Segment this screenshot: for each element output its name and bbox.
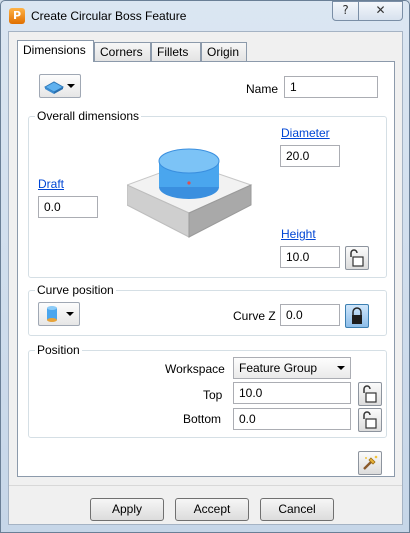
- position-title: Position: [35, 343, 82, 357]
- curve-position-group: Curve position Curve Z 0.0: [28, 283, 387, 336]
- tab-origin[interactable]: Origin: [201, 42, 247, 61]
- name-label: Name: [246, 82, 279, 96]
- boss-shape-icon: [43, 81, 65, 94]
- workspace-select[interactable]: Feature Group: [233, 357, 351, 379]
- shape-type-dropdown[interactable]: [39, 74, 81, 98]
- height-field[interactable]: 10.0: [280, 246, 340, 268]
- overall-dimensions-title: Overall dimensions: [35, 109, 142, 123]
- height-link[interactable]: Height: [281, 227, 316, 241]
- cancel-button[interactable]: Cancel: [260, 498, 334, 521]
- curve-z-label: Curve Z: [233, 309, 276, 323]
- help-button[interactable]: ?: [332, 1, 359, 21]
- tab-corners[interactable]: Corners: [94, 42, 151, 61]
- diameter-field[interactable]: 20.0: [280, 145, 340, 167]
- dialog-window: P Create Circular Boss Feature ? ✕ Dimen…: [0, 0, 410, 533]
- workspace-value: Feature Group: [239, 361, 318, 375]
- height-lock-button[interactable]: [345, 246, 369, 270]
- curve-z-field[interactable]: 0.0: [280, 304, 340, 326]
- app-icon: P: [9, 8, 25, 24]
- bottom-lock-button[interactable]: [358, 408, 382, 432]
- top-lock-button[interactable]: [358, 382, 382, 406]
- curve-position-title: Curve position: [35, 283, 116, 297]
- unlock-icon: [363, 385, 377, 403]
- apply-button[interactable]: Apply: [90, 498, 164, 521]
- wizard-button[interactable]: [358, 451, 382, 475]
- lock-icon: [352, 307, 362, 324]
- top-label: Top: [203, 388, 223, 402]
- window-title: Create Circular Boss Feature: [31, 9, 187, 23]
- title-bar[interactable]: P Create Circular Boss Feature ? ✕: [1, 1, 409, 31]
- unlock-icon: [350, 249, 364, 267]
- name-field[interactable]: 1: [284, 76, 378, 98]
- chevron-down-icon: [67, 84, 75, 88]
- boss-preview-image: [127, 148, 253, 238]
- tab-dimensions[interactable]: Dimensions: [17, 40, 94, 62]
- brush-wizard-icon: [363, 455, 378, 470]
- curve-z-lock-button[interactable]: [345, 304, 369, 328]
- cylinder-position-icon: [47, 306, 57, 322]
- button-separator: [9, 485, 402, 486]
- top-field[interactable]: 10.0: [233, 382, 351, 404]
- diameter-link[interactable]: Diameter: [281, 126, 330, 140]
- unlock-icon: [363, 411, 377, 429]
- chevron-down-icon: [66, 312, 74, 316]
- bottom-field[interactable]: 0.0: [233, 408, 351, 430]
- overall-dimensions-group: Overall dimensions Diameter 20.0 Draft 0…: [28, 109, 387, 278]
- draft-field[interactable]: 0.0: [38, 196, 98, 218]
- draft-link[interactable]: Draft: [38, 177, 64, 191]
- curve-position-dropdown[interactable]: [38, 302, 80, 326]
- position-group: Position Workspace Feature Group Top 10.…: [28, 343, 387, 438]
- bottom-label: Bottom: [183, 412, 222, 426]
- dimensions-panel: Name 1 Overall dimensions Diameter 20.0 …: [17, 61, 395, 477]
- chevron-down-icon: [337, 366, 345, 370]
- workspace-label: Workspace: [165, 362, 225, 376]
- tab-fillets[interactable]: Fillets: [151, 42, 201, 61]
- close-button[interactable]: ✕: [358, 1, 403, 21]
- dialog-client: Dimensions Corners Fillets Origin Name 1…: [8, 31, 403, 525]
- accept-button[interactable]: Accept: [175, 498, 249, 521]
